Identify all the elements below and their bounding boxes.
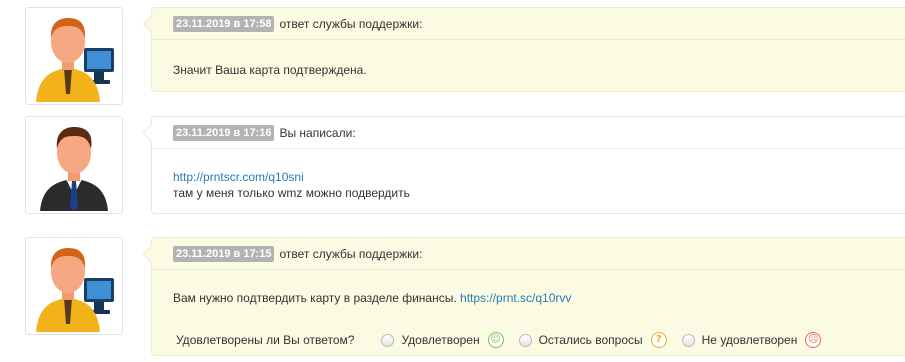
support-avatar [25,7,123,105]
support-avatar [25,237,123,335]
rating-option-label: Не удовлетворен [701,333,798,347]
rating-option-satisfied[interactable]: Удовлетворен ☺ [381,332,504,348]
support-avatar-icon [36,248,114,332]
message-bubble: 23.11.2019 в 17:16 Вы написали: http://p… [142,116,905,214]
sad-icon: ☹ [805,332,822,348]
message-author: ответ службы поддержки: [279,16,423,31]
message-date: 23.11.2019 в 17:15 [173,245,275,262]
message-header: 23.11.2019 в 17:15 ответ службы поддержк… [152,238,905,270]
message-header: 23.11.2019 в 17:16 Вы написали: [152,117,905,149]
message-date: 23.11.2019 в 17:16 [173,124,275,141]
rating-option-label: Удовлетворен [401,333,480,347]
radio-satisfied[interactable] [381,333,395,347]
message-text: там у меня только wmz можно подвердить [173,186,410,200]
message-link[interactable]: http://prntscr.com/q10sni [173,170,304,184]
question-icon: ? [650,332,667,348]
message-header: 23.11.2019 в 17:58 ответ службы поддержк… [152,8,905,40]
rating-option-questions[interactable]: Остались вопросы ? [518,332,667,348]
message-date: 23.11.2019 в 17:58 [173,15,275,32]
smile-icon: ☺ [487,332,504,348]
message-bubble: 23.11.2019 в 17:15 ответ службы поддержк… [142,237,905,356]
radio-questions[interactable] [518,333,532,347]
message-author: ответ службы поддержки: [279,246,423,261]
user-avatar-icon [40,127,108,211]
rating-option-label: Остались вопросы [538,333,643,347]
rating-question: Удовлетворены ли Вы ответом? [176,333,355,347]
rating-bar: Удовлетворены ли Вы ответом? Удовлетворе… [176,332,836,348]
radio-unsatisfied[interactable] [681,333,695,347]
message-author: Вы написали: [279,125,356,140]
message-text: Значит Ваша карта подтверждена. [173,63,367,77]
support-avatar-icon [36,18,114,102]
message-text: Вам нужно подтвердить карту в разделе фи… [173,291,457,305]
message-bubble: 23.11.2019 в 17:58 ответ службы поддержк… [142,7,905,92]
message-link[interactable]: https://prnt.sc/q10rvv [460,291,571,305]
user-avatar [25,116,123,214]
rating-option-unsatisfied[interactable]: Не удовлетворен ☹ [681,332,822,348]
